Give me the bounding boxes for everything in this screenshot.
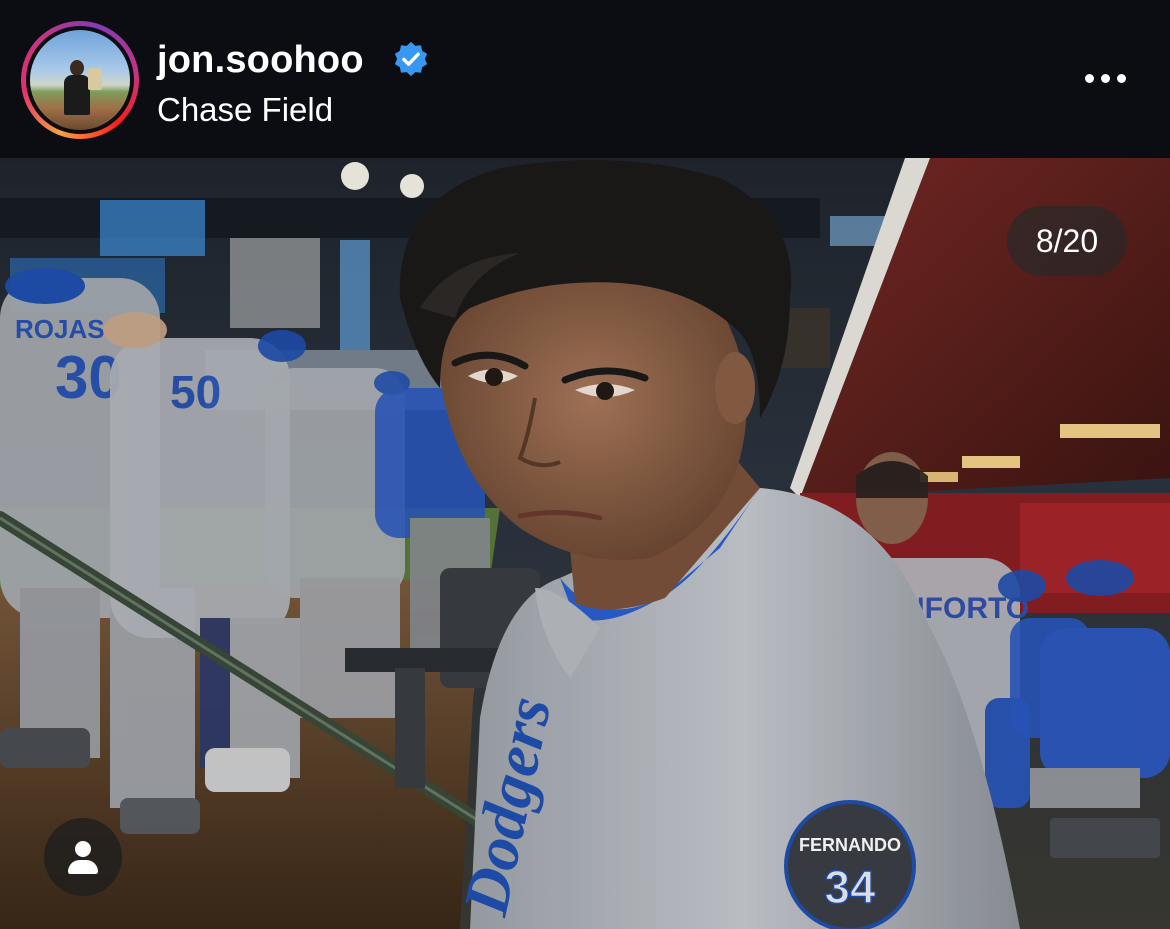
person-tag-icon bbox=[75, 841, 91, 857]
verified-badge-icon bbox=[394, 41, 428, 77]
more-horizontal-icon bbox=[1084, 73, 1094, 83]
username[interactable]: jon.soohoo bbox=[157, 38, 364, 82]
carousel-counter: 8/20 bbox=[1007, 206, 1127, 276]
location-link[interactable]: Chase Field bbox=[157, 90, 333, 130]
avatar-trophy bbox=[88, 68, 102, 90]
story-ring[interactable] bbox=[21, 21, 139, 139]
avatar-person bbox=[64, 60, 90, 115]
avatar[interactable] bbox=[30, 30, 130, 130]
post-photo[interactable]: 30 ROJAS 50 CONFORTO Dodgers FERNANDO 34 bbox=[0, 158, 1170, 929]
more-options-button[interactable] bbox=[1075, 58, 1135, 98]
tagged-people-button[interactable] bbox=[44, 818, 122, 896]
photo-illustration: 30 ROJAS 50 CONFORTO Dodgers FERNANDO 34 bbox=[0, 158, 1170, 929]
post-header: jon.soohoo Chase Field bbox=[0, 0, 1170, 158]
